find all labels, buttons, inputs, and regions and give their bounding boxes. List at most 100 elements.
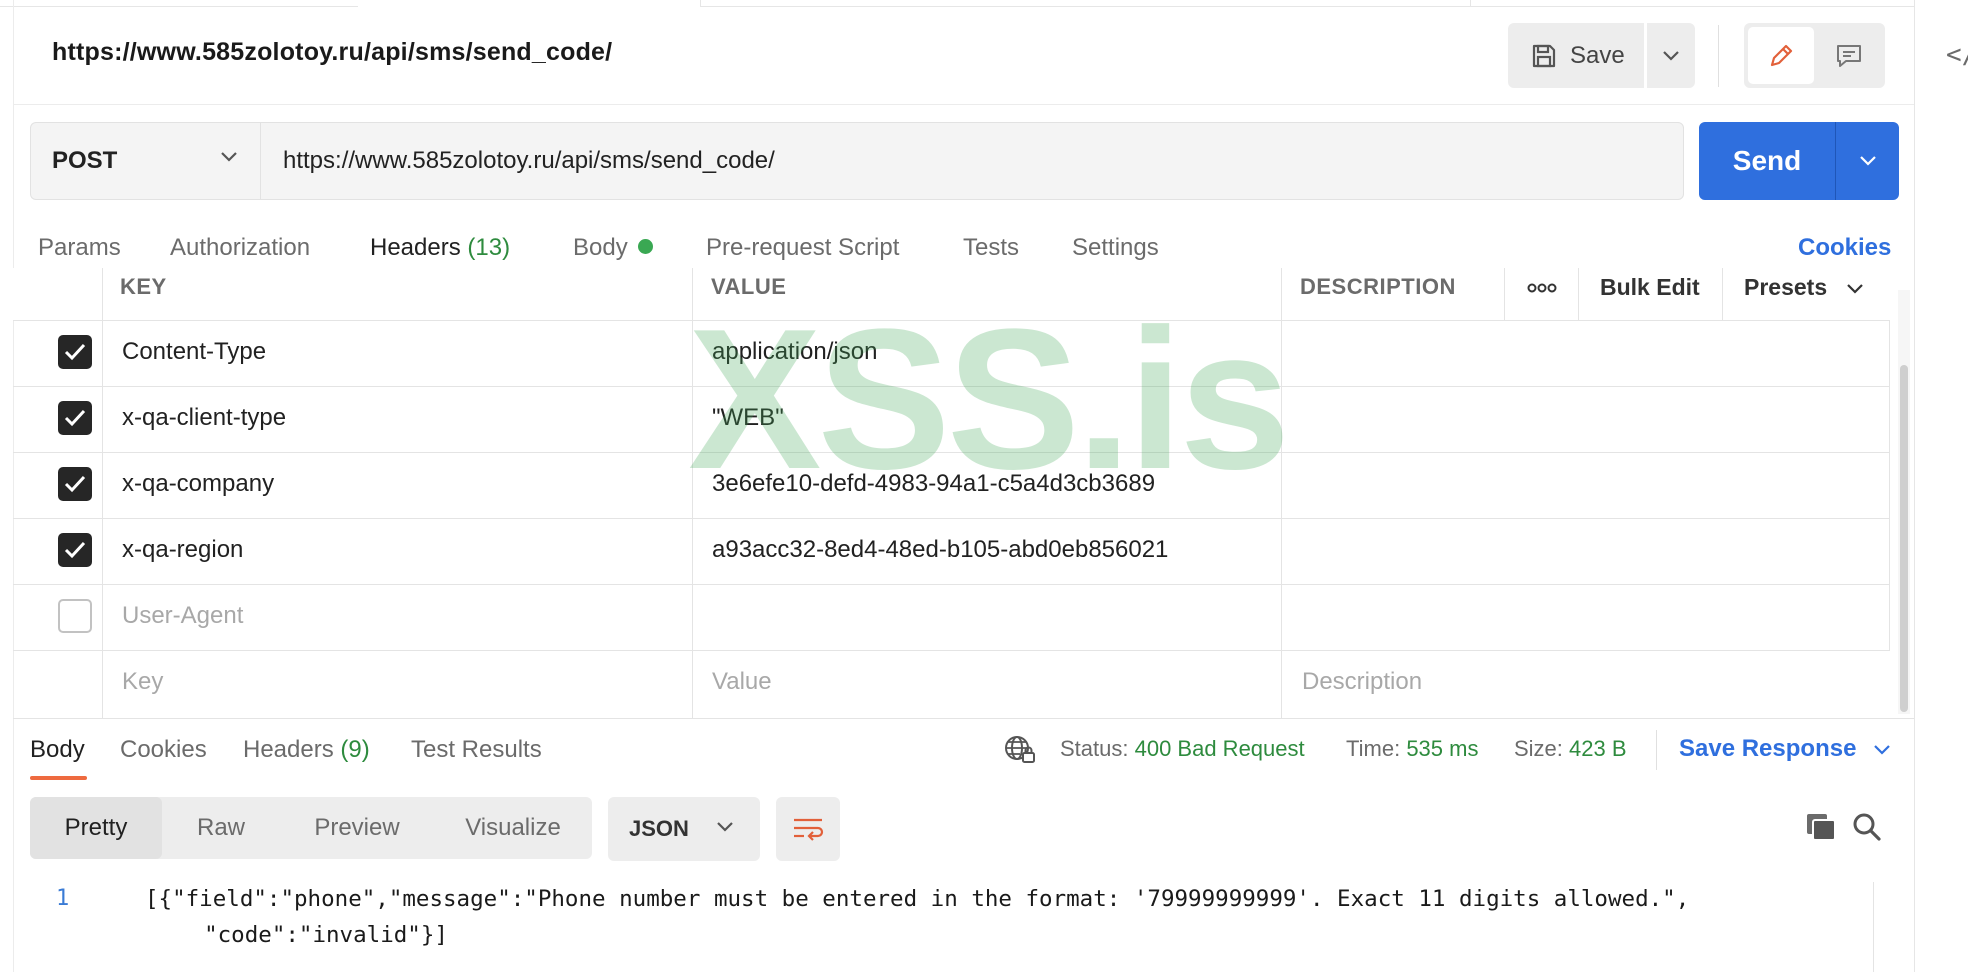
header-key[interactable]: x-qa-client-type	[122, 404, 286, 432]
globe-lock-icon[interactable]	[1003, 734, 1037, 771]
save-button[interactable]: Save	[1508, 23, 1644, 88]
cookies-link[interactable]: Cookies	[1798, 234, 1891, 262]
size-value: 423 B	[1569, 736, 1627, 761]
header-key[interactable]: x-qa-region	[122, 536, 243, 564]
response-tab-body[interactable]: Body	[30, 736, 85, 764]
send-dropdown-button[interactable]	[1836, 122, 1899, 200]
table-row-new: Key Value Description	[13, 650, 1890, 716]
code-editor-border	[1873, 882, 1874, 972]
save-response-button[interactable]: Save Response	[1679, 735, 1891, 763]
right-side-panel	[1914, 0, 1968, 972]
checkbox-checked-icon[interactable]	[58, 335, 92, 369]
time-label: Time:	[1346, 736, 1401, 761]
wrap-lines-button[interactable]	[776, 797, 840, 861]
view-mode-group: Pretty Raw Preview Visualize	[30, 797, 592, 859]
view-raw[interactable]: Raw	[162, 797, 280, 859]
copy-icon[interactable]	[1805, 812, 1837, 847]
request-title[interactable]: https://www.585zolotoy.ru/api/sms/send_c…	[52, 38, 612, 67]
body-status-dot	[637, 239, 653, 254]
tab-headers[interactable]: Headers (13)	[370, 234, 510, 262]
chevron-down-icon	[1874, 745, 1890, 755]
checkbox-checked-icon[interactable]	[58, 533, 92, 567]
key-placeholder[interactable]: Key	[122, 668, 163, 696]
comment-mode-button[interactable]	[1816, 27, 1882, 84]
tab-label: Body	[573, 234, 628, 261]
window-top-strip	[0, 0, 1968, 8]
header-key[interactable]: User-Agent	[122, 602, 243, 630]
save-dropdown-button[interactable]	[1647, 23, 1695, 88]
save-response-label: Save Response	[1679, 735, 1857, 762]
table-row: x-qa-region a93acc32-8ed4-48ed-b105-abd0…	[13, 518, 1890, 585]
more-options-icon[interactable]	[1527, 268, 1557, 314]
header-divider	[13, 104, 1914, 105]
search-icon[interactable]	[1851, 812, 1883, 847]
header-key[interactable]: Content-Type	[122, 338, 266, 366]
tab-label: Settings	[1072, 234, 1159, 261]
chevron-down-icon	[1846, 284, 1863, 294]
status-value: 400 Bad Request	[1134, 736, 1305, 761]
tab-count: (13)	[467, 234, 511, 261]
tab-tests[interactable]: Tests	[963, 234, 1019, 262]
column-divider	[1722, 268, 1723, 320]
tab-label: Headers	[370, 234, 461, 261]
watermark: XSS.is	[688, 288, 1291, 511]
response-tab-test-results[interactable]: Test Results	[411, 736, 542, 764]
value-placeholder[interactable]: Value	[712, 668, 772, 696]
chevron-down-icon	[221, 152, 237, 162]
pencil-icon	[1770, 44, 1793, 66]
edit-mode-button[interactable]	[1748, 27, 1814, 84]
tab-settings[interactable]: Settings	[1072, 234, 1159, 262]
response-body-line[interactable]: "code":"invalid"}]	[177, 922, 448, 948]
url-input[interactable]: https://www.585zolotoy.ru/api/sms/send_c…	[260, 122, 1684, 200]
presets-button[interactable]: Presets	[1744, 274, 1864, 301]
send-button-group: Send	[1699, 122, 1899, 200]
tab-label: Tests	[963, 234, 1020, 261]
response-status: Status: 400 Bad Request	[1060, 736, 1305, 762]
header-key[interactable]: x-qa-company	[122, 470, 274, 498]
view-visualize[interactable]: Visualize	[434, 797, 592, 859]
bulk-edit-button[interactable]: Bulk Edit	[1600, 274, 1700, 301]
tab-label: Params	[38, 234, 121, 261]
response-body-line[interactable]: [{"field":"phone","message":"Phone numbe…	[145, 886, 1689, 912]
code-icon[interactable]: </	[1946, 40, 1968, 70]
tab-strip-right	[1470, 0, 1915, 7]
response-size: Size: 423 B	[1514, 736, 1627, 762]
tab-body[interactable]: Body	[573, 234, 653, 262]
response-divider	[13, 718, 1914, 719]
response-tab-headers[interactable]: Headers (9)	[243, 736, 370, 764]
view-preview[interactable]: Preview	[280, 797, 434, 859]
tab-label: Headers	[243, 736, 334, 763]
column-key: KEY	[120, 274, 167, 299]
header-value[interactable]: a93acc32-8ed4-48ed-b105-abd0eb856021	[712, 536, 1168, 564]
column-divider	[1504, 268, 1505, 320]
tab-pre-request-script[interactable]: Pre-request Script	[706, 234, 899, 262]
tab-count: (9)	[340, 736, 370, 763]
tab-strip-middle	[700, 0, 1471, 7]
checkbox-unchecked[interactable]	[58, 599, 92, 633]
method-select[interactable]: POST	[30, 122, 260, 200]
column-description: DESCRIPTION	[1300, 274, 1456, 299]
scrollbar[interactable]	[1900, 365, 1908, 712]
wrap-lines-icon	[794, 818, 824, 841]
tab-authorization[interactable]: Authorization	[170, 234, 310, 262]
tab-label: Pre-request Script	[706, 234, 900, 261]
response-time: Time: 535 ms	[1346, 736, 1478, 762]
mode-toggle	[1744, 23, 1885, 88]
chevron-down-icon	[717, 822, 733, 832]
view-pretty[interactable]: Pretty	[30, 797, 162, 859]
checkbox-checked-icon[interactable]	[58, 401, 92, 435]
description-placeholder[interactable]: Description	[1302, 668, 1422, 696]
send-button[interactable]: Send	[1699, 122, 1835, 200]
comment-icon	[1837, 44, 1861, 67]
format-select[interactable]: JSON	[608, 797, 760, 861]
table-row: User-Agent	[13, 584, 1890, 651]
checkbox-checked-icon[interactable]	[58, 467, 92, 501]
save-icon	[1532, 44, 1556, 67]
status-divider	[1656, 730, 1657, 770]
tab-label: Authorization	[170, 234, 311, 261]
active-response-tab-indicator	[30, 776, 87, 780]
tab-params[interactable]: Params	[38, 234, 121, 262]
response-tab-cookies[interactable]: Cookies	[120, 736, 207, 764]
line-number: 1	[56, 886, 70, 911]
size-label: Size:	[1514, 736, 1563, 761]
